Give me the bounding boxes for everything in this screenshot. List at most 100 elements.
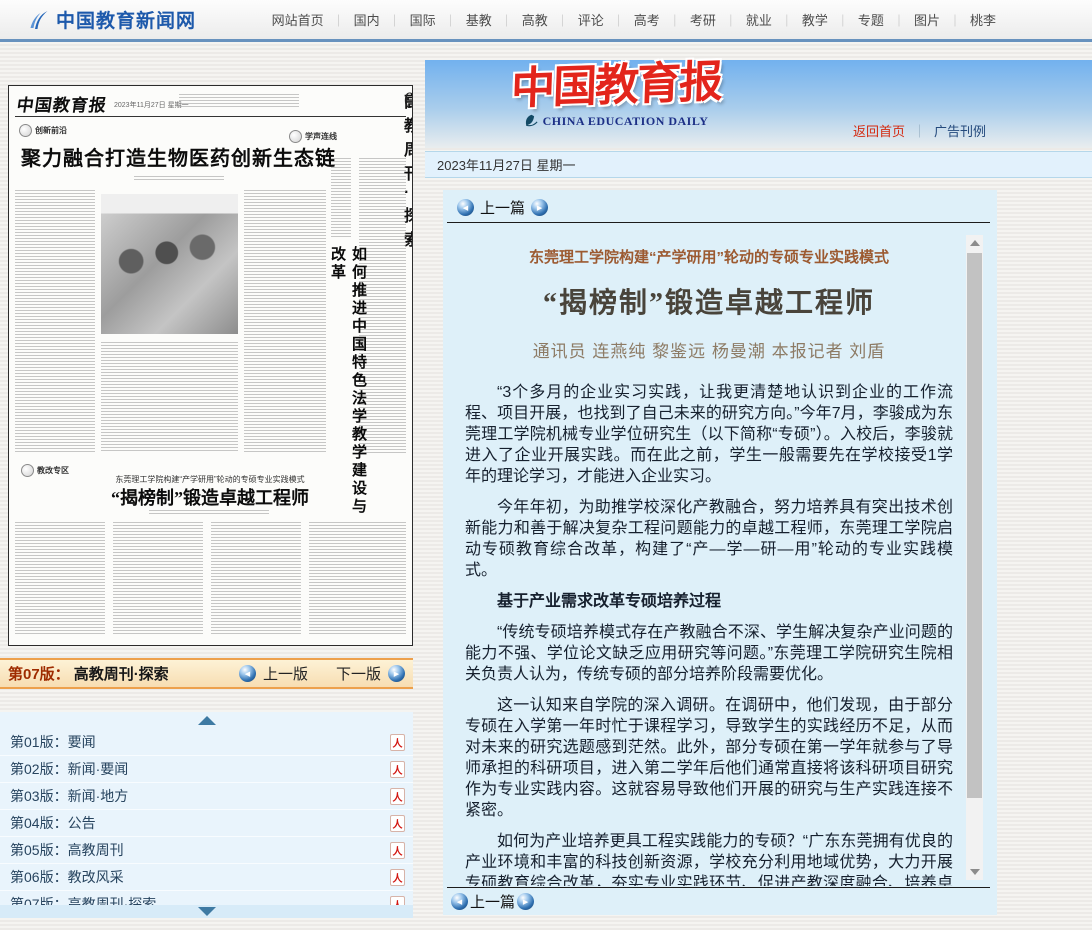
article-content: 东莞理工学院构建“产学研用”轮动的专硕专业实践模式 “揭榜制”锻造卓越工程师 通… <box>465 238 953 886</box>
article-paragraph: 今年年初，为助推学校深化产教融合，努力培养具有突出技术创新能力和善于解决复杂工程… <box>465 497 953 581</box>
thumb-text-column <box>309 522 406 634</box>
newspaper-page-thumbnail: 中国教育报 2023年11月27日 星期一 高教周刊·探索 07 创新前沿 学声… <box>8 85 413 646</box>
date-bar: 2023年11月27日 星期一 <box>425 151 1092 178</box>
brand-title: 中国教育报 <box>510 56 722 115</box>
page-list-scroll-up[interactable] <box>0 712 413 729</box>
ad-rates-link[interactable]: 广告刊例 <box>934 121 986 140</box>
top-nav: 中国教育新闻网 网站首页国内国际基教高教评论高考考研就业教学专题图片桃李 <box>0 0 1092 42</box>
thumb-text-column <box>15 190 95 452</box>
page-list-item-label: 第03版：新闻·地方 <box>10 786 128 806</box>
pdf-icon[interactable] <box>390 815 405 832</box>
page-list-item[interactable]: 第01版：要闻 <box>0 729 413 756</box>
thumb-headline-top: 聚力融合打造生物医药创新生态链 <box>21 142 321 171</box>
article-byline: 通讯员 连燕纯 黎鉴远 杨曼潮 本报记者 刘盾 <box>465 337 953 362</box>
back-home-link[interactable]: 返回首页 <box>853 121 905 140</box>
site-nav-item[interactable]: 图片 <box>884 10 940 29</box>
prev-article-icon[interactable] <box>457 199 474 216</box>
edition-current-number: 第07版： <box>8 663 70 684</box>
logo-swoosh-icon <box>26 8 50 32</box>
brand-header: 中国教育报 CHINA EDUCATION DAILY 返回首页 ｜ 广告刊例 <box>425 60 1092 148</box>
page-list-item[interactable]: 第02版：新闻·要闻 <box>0 756 413 783</box>
page-list: 第01版：要闻 第02版：新闻·要闻 第03版：新闻·地方 第04版：公告 第0… <box>0 729 413 918</box>
page-list-scroll-down[interactable] <box>0 905 413 918</box>
site-nav-list: 网站首页国内国际基教高教评论高考考研就业教学专题图片桃李 <box>272 10 996 29</box>
site-nav-item[interactable]: 桃李 <box>940 10 996 29</box>
site-nav-item[interactable]: 高考 <box>604 10 660 29</box>
thumb-text-column <box>244 190 326 452</box>
article-panel: 上一篇 东莞理工学院构建“产学研用”轮动的专硕专业实践模式 “揭榜制”锻造卓越工… <box>443 190 997 915</box>
thumb-column-stamp-3: 教改专区 <box>21 464 69 477</box>
prev-article-row-bottom: 上一篇 <box>451 891 534 912</box>
thumb-text-column <box>113 522 203 634</box>
edition-bar: 第07版： 高教周刊·探索 上一版 下一版 <box>0 658 413 689</box>
thumb-byline-lines <box>134 176 224 181</box>
page-list-panel: 第01版：要闻 第02版：新闻·要闻 第03版：新闻·地方 第04版：公告 第0… <box>0 712 413 918</box>
page-list-item[interactable]: 第05版：高教周刊 <box>0 837 413 864</box>
site-nav-item[interactable]: 基教 <box>436 10 492 29</box>
thumb-column-stamp-1: 创新前沿 <box>19 124 67 137</box>
article-title: “揭榜制”锻造卓越工程师 <box>465 281 953 321</box>
article-paragraph: “3个多月的企业实习实践，让我更清楚地认识到企业的工作流程、项目开展，也找到了自… <box>465 382 953 487</box>
prev-edition-button[interactable]: 上一版 <box>263 663 308 684</box>
thumb-byline-lines <box>149 510 269 515</box>
brand-english-text: CHINA EDUCATION DAILY <box>543 114 709 129</box>
site-nav-item[interactable]: 考研 <box>660 10 716 29</box>
article-paragraph: 如何为产业培养更具工程实践能力的专硕？“广东东莞拥有优良的产业环境和丰富的科技创… <box>465 831 953 886</box>
leaf-icon <box>524 114 539 129</box>
site-nav-item[interactable]: 就业 <box>716 10 772 29</box>
scroll-up-icon[interactable] <box>966 235 983 251</box>
next-edition-button[interactable]: 下一版 <box>336 663 381 684</box>
page-list-item[interactable]: 第04版：公告 <box>0 810 413 837</box>
pdf-icon[interactable] <box>390 761 405 778</box>
thumb-photo <box>101 194 238 334</box>
thumb-headline-bottom: “揭榜制”锻造卓越工程师 <box>54 484 366 510</box>
site-logo[interactable]: 中国教育新闻网 <box>26 6 196 33</box>
thumb-masthead: 中国教育报 <box>15 91 109 116</box>
next-article-icon[interactable] <box>531 199 548 216</box>
article-divider <box>447 887 990 888</box>
scroll-down-icon[interactable] <box>966 864 983 880</box>
prev-edition-icon[interactable] <box>239 665 256 682</box>
page-list-item-label: 第06版：教改风采 <box>10 867 124 887</box>
article-paragraph: 基于产业需求改革专硕培养过程 <box>465 591 953 612</box>
thumb-text-column <box>15 522 105 634</box>
next-edition-icon[interactable] <box>388 665 405 682</box>
thumb-masthead-info-lines <box>179 94 299 108</box>
site-nav-item[interactable]: 专题 <box>828 10 884 29</box>
site-nav-item[interactable]: 教学 <box>772 10 828 29</box>
site-nav-item[interactable]: 网站首页 <box>272 10 324 29</box>
pdf-icon[interactable] <box>390 734 405 751</box>
brand-english-row: CHINA EDUCATION DAILY <box>491 114 741 129</box>
prev-article-row-top: 上一篇 <box>457 197 548 218</box>
page-list-item-label: 第05版：高教周刊 <box>10 840 124 860</box>
article-paragraph: 这一认知来自学院的深入调研。在调研中，他们发现，由于部分专硕在入学第一年时忙于课… <box>465 695 953 821</box>
page-list-item[interactable]: 第06版：教改风采 <box>0 864 413 891</box>
page-list-item-label: 第01版：要闻 <box>10 732 96 752</box>
article-paragraph: “传统专硕培养模式存在产教融合不深、学生解决复杂产业问题的能力不强、学位论文缺乏… <box>465 622 953 685</box>
stamp-circle-icon <box>21 464 34 477</box>
pdf-icon[interactable] <box>390 842 405 859</box>
prev-article-button[interactable]: 上一篇 <box>480 197 525 218</box>
article-kicker: 东莞理工学院构建“产学研用”轮动的专硕专业实践模式 <box>465 246 953 267</box>
next-article-icon[interactable] <box>517 893 534 910</box>
page-list-item-label: 第02版：新闻·要闻 <box>10 759 128 779</box>
thumb-text-column <box>211 522 301 634</box>
thumb-text-column <box>101 342 238 452</box>
pdf-icon[interactable] <box>390 788 405 805</box>
prev-article-icon[interactable] <box>451 893 468 910</box>
current-date: 2023年11月27日 星期一 <box>437 155 576 174</box>
prev-article-button[interactable]: 上一篇 <box>470 891 515 912</box>
page-list-item[interactable]: 第03版：新闻·地方 <box>0 783 413 810</box>
link-separator: ｜ <box>913 121 926 140</box>
edition-current-name: 高教周刊·探索 <box>74 663 169 684</box>
site-nav-item[interactable]: 国内 <box>324 10 380 29</box>
triangle-down-icon <box>198 907 216 916</box>
site-nav-item[interactable]: 评论 <box>548 10 604 29</box>
article-body: “3个多月的企业实习实践，让我更清楚地认识到企业的工作流程、项目开展，也找到了自… <box>465 382 953 886</box>
scrollbar-thumb[interactable] <box>967 253 982 798</box>
triangle-up-icon <box>198 716 216 725</box>
site-nav-item[interactable]: 高教 <box>492 10 548 29</box>
thumb-masthead-date: 2023年11月27日 星期一 <box>114 100 189 110</box>
site-nav-item[interactable]: 国际 <box>380 10 436 29</box>
pdf-icon[interactable] <box>390 869 405 886</box>
